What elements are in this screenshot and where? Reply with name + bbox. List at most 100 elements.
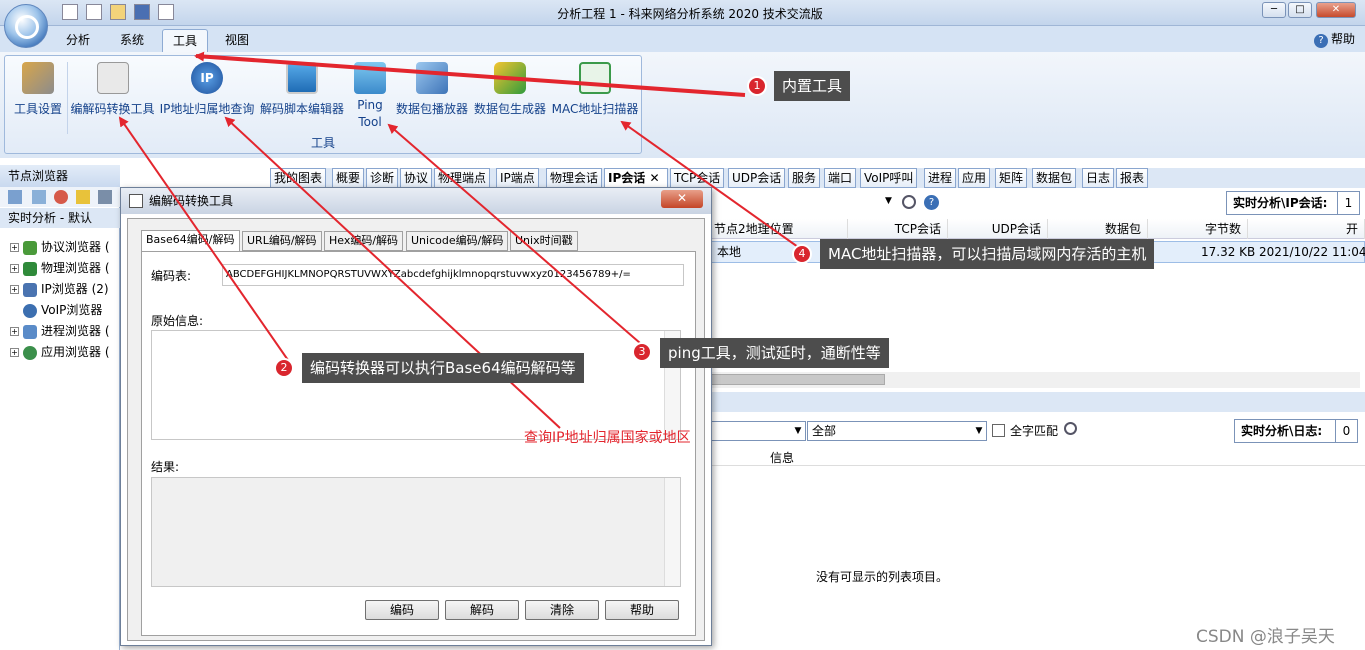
script-editor-button[interactable]: 解码脚本编辑器	[257, 62, 347, 134]
tab-logs[interactable]: 日志	[1082, 168, 1115, 188]
codec-converter-button[interactable]: 编解码转换工具	[67, 62, 157, 134]
help-icon[interactable]: ?	[924, 195, 939, 210]
menu-bar: 分析 系统 工具 视图 ? 帮助	[0, 26, 1365, 52]
tree-ip-browser[interactable]: + IP浏览器 (2)	[10, 279, 109, 299]
tab-view[interactable]: 视图	[215, 29, 259, 52]
maximize-button[interactable]: □	[1288, 2, 1312, 18]
tab-apps[interactable]: 应用	[958, 168, 991, 188]
log-filter-all-combo[interactable]: 全部 ▼	[807, 421, 987, 441]
search-icon[interactable]	[1064, 422, 1077, 435]
tab-analysis[interactable]: 分析	[56, 29, 100, 52]
add-node-icon[interactable]	[8, 190, 22, 204]
ip-location-button[interactable]: IP IP地址归属地查询	[157, 62, 257, 134]
filter-all-label: 全部	[812, 424, 837, 438]
close-tab-icon[interactable]: ✕	[649, 171, 659, 185]
tab-ip-endpoints[interactable]: IP端点	[496, 168, 539, 188]
packet-generator-button[interactable]: 数据包生成器	[470, 62, 550, 134]
code-table-field[interactable]: ABCDEFGHIJKLMNOPQRSTUVWXYZabcdefghijklmn…	[222, 264, 684, 286]
dialog-close-button[interactable]: ✕	[661, 190, 703, 208]
tab-physical-endpoints[interactable]: 物理端点	[434, 168, 491, 188]
filter-icon[interactable]	[32, 190, 46, 204]
tab-tools[interactable]: 工具	[162, 29, 209, 52]
dialog-title-bar[interactable]: 编解码转换工具	[121, 188, 711, 214]
tool-settings-button[interactable]: 工具设置	[7, 62, 69, 134]
original-info-label: 原始信息:	[151, 314, 204, 328]
col-udp-sessions[interactable]: UDP会话	[948, 219, 1048, 239]
dialog-help-button[interactable]: 帮助	[605, 600, 679, 620]
new-file-icon[interactable]	[62, 4, 78, 20]
app-logo-icon[interactable]	[4, 4, 48, 48]
voip-icon	[23, 303, 37, 318]
stop-icon[interactable]	[54, 190, 68, 204]
ping-tool-button[interactable]: Ping Tool	[345, 62, 395, 134]
warning-icon[interactable]	[76, 190, 90, 204]
help-button[interactable]: ? 帮助	[1313, 29, 1355, 49]
edit-icon[interactable]	[158, 4, 174, 20]
tab-diagnosis[interactable]: 诊断	[366, 168, 399, 188]
tree-protocol-browser[interactable]: + 协议浏览器 (	[10, 237, 110, 257]
tab-voip-calls[interactable]: VoIP呼叫	[860, 168, 918, 188]
scrollbar-thumb[interactable]	[710, 374, 885, 385]
dropdown-arrow-icon[interactable]: ▼	[885, 196, 895, 210]
tree-app-browser[interactable]: + 应用浏览器 (	[10, 342, 110, 362]
save-icon[interactable]	[134, 4, 150, 20]
row-location: 本地	[717, 245, 742, 259]
magnifier-scan-icon	[579, 62, 611, 94]
tree-physical-browser[interactable]: + 物理浏览器 (	[10, 258, 110, 278]
tab-my-charts[interactable]: 我的图表	[270, 168, 327, 188]
full-match-checkbox[interactable]	[992, 424, 1005, 437]
packet-player-button[interactable]: 数据包播放器	[393, 62, 471, 134]
log-pane-header	[710, 392, 1365, 412]
tree-label: 应用浏览器 (	[41, 345, 110, 359]
cube-icon	[494, 62, 526, 94]
original-info-textarea[interactable]	[151, 330, 681, 440]
decode-button[interactable]: 解码	[445, 600, 519, 620]
ip-session-realtime-label: 实时分析\IP会话: 1	[1226, 191, 1360, 215]
watermark: CSDN @浪子吴天	[1196, 627, 1335, 647]
encode-button[interactable]: 编码	[365, 600, 439, 620]
close-window-button[interactable]: ✕	[1316, 2, 1356, 18]
paste-icon[interactable]	[86, 4, 102, 20]
tab-unicode[interactable]: Unicode编码/解码	[406, 231, 509, 251]
tree-process-browser[interactable]: + 进程浏览器 (	[10, 321, 110, 341]
tab-base64[interactable]: Base64编码/解码	[141, 230, 240, 251]
open-folder-icon[interactable]	[110, 4, 126, 20]
tab-services[interactable]: 服务	[788, 168, 821, 188]
tab-ports[interactable]: 端口	[824, 168, 857, 188]
settings-icon[interactable]	[98, 190, 112, 204]
col-info[interactable]: 信息	[770, 449, 794, 466]
vertical-scrollbar[interactable]	[664, 478, 680, 586]
col-start[interactable]: 开	[1248, 219, 1365, 239]
col-bytes[interactable]: 字节数	[1148, 219, 1248, 239]
col-tcp-sessions[interactable]: TCP会话	[848, 219, 948, 239]
tab-unix-timestamp[interactable]: Unix时间戳	[510, 231, 578, 251]
tab-ip-sessions[interactable]: IP会话 ✕	[604, 168, 668, 188]
realtime-analysis-node[interactable]: 实时分析 - 默认	[0, 208, 120, 228]
rt-ip-label: 实时分析\IP会话:	[1233, 196, 1328, 210]
tab-reports[interactable]: 报表	[1116, 168, 1149, 188]
tab-physical-sessions[interactable]: 物理会话	[546, 168, 603, 188]
mac-scanner-button[interactable]: MAC地址扫描器	[548, 62, 642, 134]
tab-system[interactable]: 系统	[110, 29, 154, 52]
tab-processes[interactable]: 进程	[924, 168, 957, 188]
tab-packets[interactable]: 数据包	[1032, 168, 1077, 188]
mac-scanner-label: MAC地址扫描器	[551, 102, 639, 116]
ip-location-label: IP地址归属地查询	[159, 102, 255, 116]
tab-summary[interactable]: 概要	[332, 168, 365, 188]
log-filter-combo-left[interactable]: ▼	[710, 421, 806, 441]
tab-matrix[interactable]: 矩阵	[995, 168, 1028, 188]
horizontal-scrollbar[interactable]	[710, 372, 1360, 388]
tab-udp-sessions[interactable]: UDP会话	[728, 168, 786, 188]
col-node2-location[interactable]: 节点2地理位置	[710, 219, 848, 239]
search-icon[interactable]	[902, 195, 916, 209]
tab-url[interactable]: URL编码/解码	[242, 231, 322, 251]
col-packets[interactable]: 数据包	[1048, 219, 1148, 239]
tab-hex[interactable]: Hex编码/解码	[324, 231, 404, 251]
tab-tcp-sessions[interactable]: TCP会话	[670, 168, 725, 188]
tree-voip-browser[interactable]: VoIP浏览器	[23, 300, 102, 320]
tab-protocol[interactable]: 协议	[400, 168, 433, 188]
result-label: 结果:	[151, 460, 180, 474]
minimize-button[interactable]: ─	[1262, 2, 1286, 18]
clear-button[interactable]: 清除	[525, 600, 599, 620]
result-textarea[interactable]	[151, 477, 681, 587]
